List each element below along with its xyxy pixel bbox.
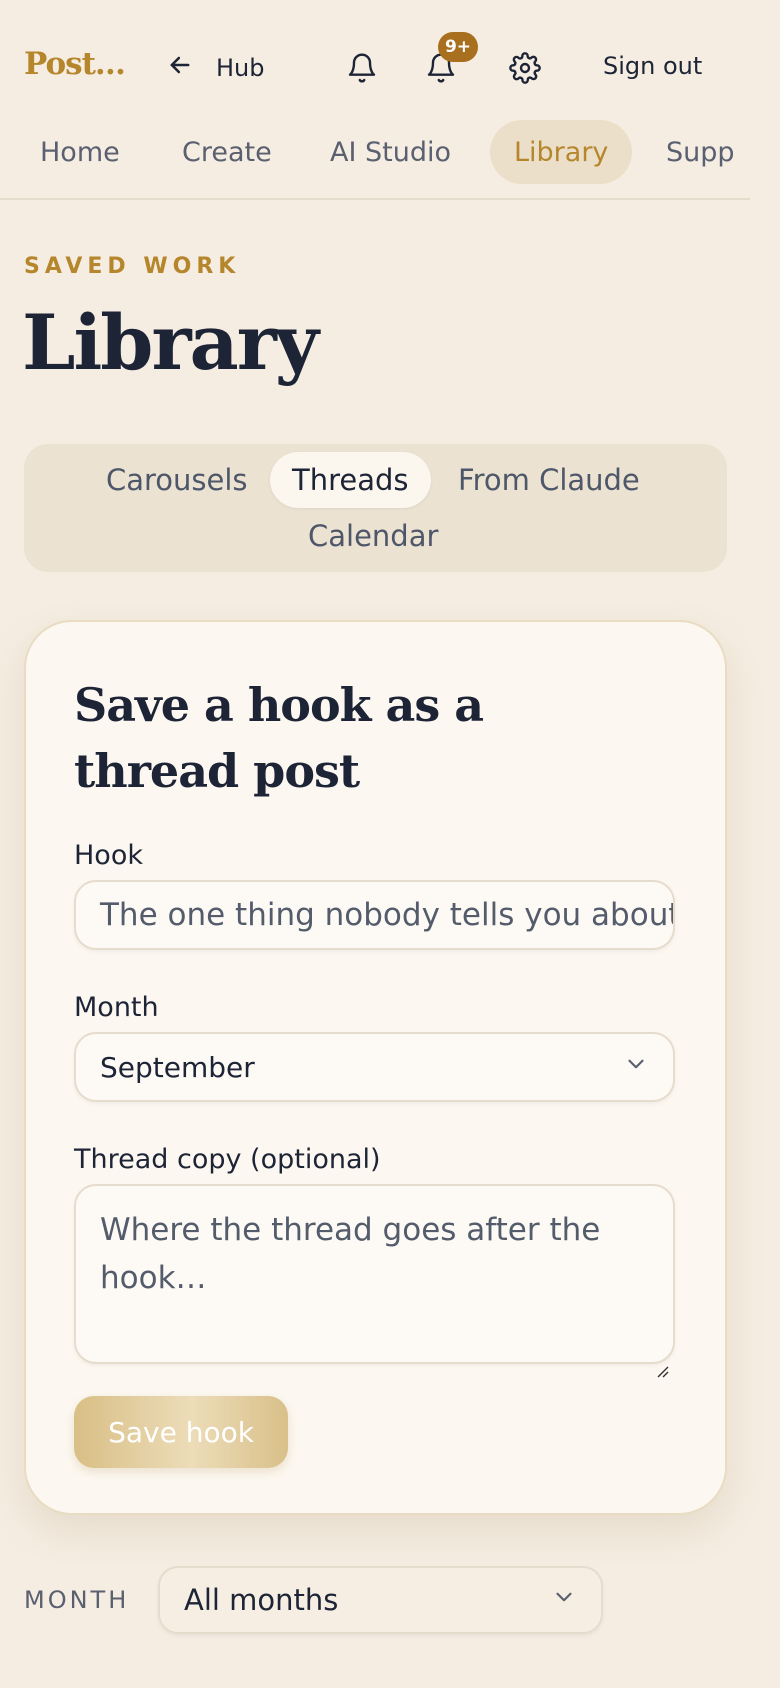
hub-label: Hub — [216, 54, 265, 82]
tab-calendar[interactable]: Calendar — [286, 508, 460, 564]
nav-item-ai-studio[interactable]: AI Studio — [306, 120, 475, 184]
nav-item-create[interactable]: Create — [158, 120, 296, 184]
hook-label: Hook — [74, 840, 143, 871]
nav-item-support[interactable]: Supp — [642, 120, 750, 184]
sign-out-button[interactable]: Sign out — [603, 52, 702, 80]
month-select[interactable]: September — [74, 1032, 675, 1102]
nav-item-home[interactable]: Home — [16, 120, 144, 184]
card-title: Save a hook as a thread post — [74, 678, 484, 798]
top-bar: Post… Hub 9+ Sign out — [0, 0, 750, 136]
chevron-down-icon — [623, 1051, 649, 1084]
bell-icon[interactable] — [342, 48, 382, 88]
month-select-value: September — [100, 1050, 255, 1084]
chevron-down-icon — [551, 1583, 577, 1617]
resize-handle-icon[interactable] — [655, 1344, 669, 1378]
page-eyebrow: SAVED WORK — [24, 254, 241, 279]
tab-from-claude[interactable]: From Claude — [436, 452, 662, 508]
library-page: Post… Hub 9+ Sign out Home Create AI Stu… — [0, 0, 780, 1688]
thread-copy-placeholder: Where the thread goes after the hook… — [100, 1212, 601, 1296]
filter-month-value: All months — [184, 1583, 339, 1617]
library-tabs: Carousels Threads From Claude Calendar — [24, 444, 727, 572]
hook-input[interactable]: The one thing nobody tells you about — [74, 880, 675, 950]
nav-item-library[interactable]: Library — [490, 120, 633, 184]
brand-logo[interactable]: Post… — [24, 46, 126, 82]
thread-copy-label: Thread copy (optional) — [74, 1144, 381, 1175]
arrow-left-icon — [166, 51, 194, 85]
gear-icon[interactable] — [505, 48, 545, 88]
notification-badge: 9+ — [438, 32, 478, 62]
hook-placeholder: The one thing nobody tells you about — [100, 897, 675, 933]
save-hook-button[interactable]: Save hook — [74, 1396, 288, 1468]
filter-month-label: MONTH — [24, 1586, 130, 1614]
page-title: Library — [22, 298, 319, 387]
month-label: Month — [74, 992, 159, 1023]
main-nav: Home Create AI Studio Library Supp — [0, 120, 750, 200]
tab-carousels[interactable]: Carousels — [84, 452, 270, 508]
thread-copy-textarea[interactable]: Where the thread goes after the hook… — [74, 1184, 675, 1378]
tab-threads[interactable]: Threads — [270, 452, 431, 508]
filter-month-select[interactable]: All months — [158, 1566, 603, 1634]
save-hook-card: Save a hook as a thread post Hook The on… — [24, 620, 727, 1515]
hub-link[interactable]: Hub — [166, 50, 265, 86]
